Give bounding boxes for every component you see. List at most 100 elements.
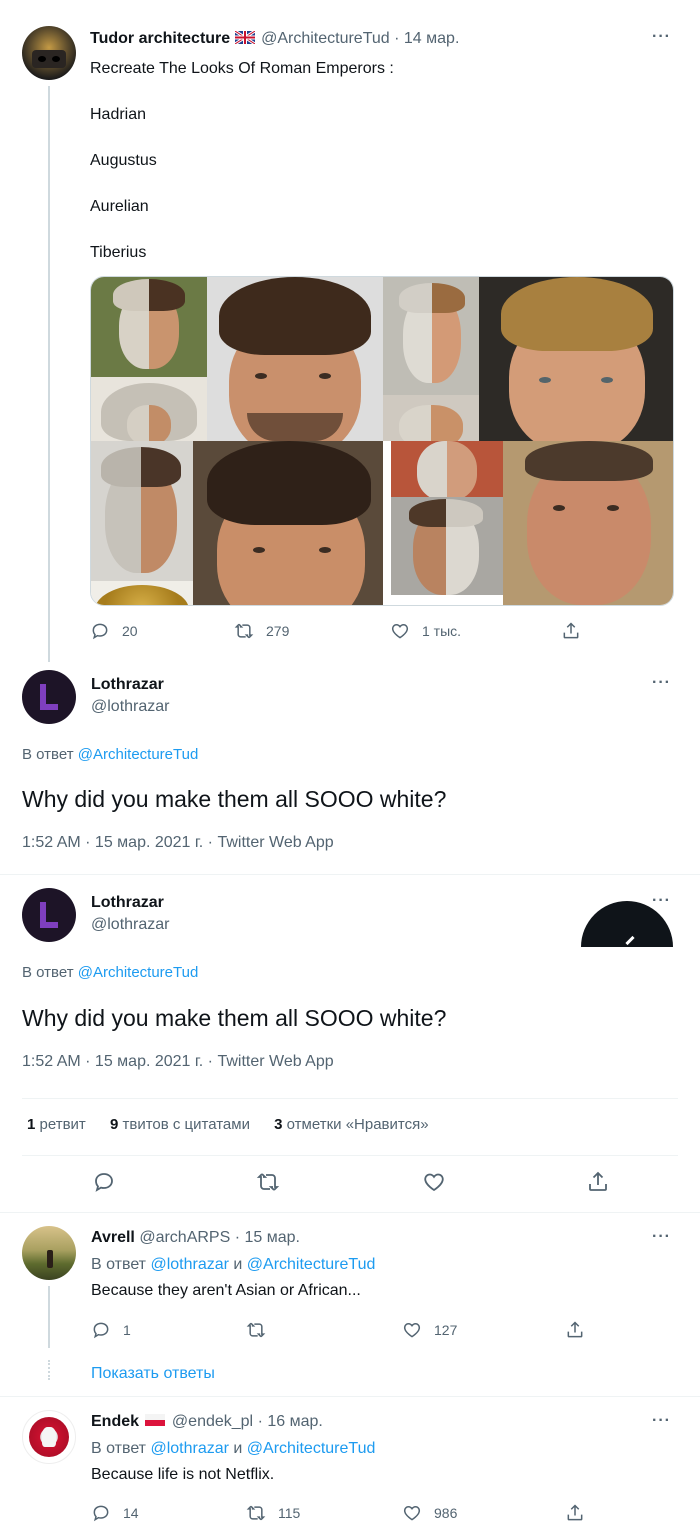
divider bbox=[22, 1155, 678, 1156]
avatar[interactable] bbox=[22, 1226, 76, 1280]
show-replies-link[interactable]: Показать ответы bbox=[91, 1365, 215, 1383]
augustus-statue-image-2[interactable] bbox=[383, 395, 479, 441]
reply-to-link[interactable]: @lothrazar bbox=[150, 1256, 229, 1273]
aurelian-statue-image[interactable] bbox=[91, 441, 193, 581]
author-name[interactable]: Endek bbox=[91, 1413, 139, 1430]
retweet-button[interactable] bbox=[256, 1170, 280, 1194]
avatar[interactable] bbox=[22, 888, 76, 942]
retweet-icon bbox=[256, 1170, 280, 1194]
likes-stat[interactable]: 3 отметки «Нравится» bbox=[274, 1116, 428, 1133]
tweet-meta[interactable]: 1:52 AM · 15 мар. 2021 г. · Twitter Web … bbox=[22, 1053, 334, 1071]
reply-count: 1 bbox=[123, 1322, 131, 1338]
author-handle[interactable]: @archARPS bbox=[139, 1229, 230, 1246]
retweet-icon bbox=[234, 621, 254, 641]
tweet-date[interactable]: · 14 мар. bbox=[394, 30, 459, 47]
retweet-button[interactable]: 115 bbox=[246, 1503, 300, 1523]
reply-prefix: В ответ bbox=[22, 964, 78, 981]
like-button[interactable]: 986 bbox=[402, 1503, 457, 1523]
share-button[interactable] bbox=[565, 1503, 585, 1523]
tweet-meta[interactable]: 1:52 AM · 15 мар. 2021 г. · Twitter Web … bbox=[22, 834, 334, 852]
hadrian-statue-image[interactable] bbox=[91, 277, 207, 377]
reply-conj: и bbox=[228, 1440, 247, 1457]
compose-button[interactable] bbox=[581, 901, 673, 947]
reply-to-link[interactable]: @ArchitectureTud bbox=[78, 746, 199, 763]
author-name[interactable]: Lothrazar bbox=[91, 676, 164, 694]
reply-conj: и bbox=[228, 1256, 247, 1273]
like-icon bbox=[422, 1170, 446, 1194]
poland-flag-icon bbox=[145, 1413, 166, 1426]
quotes-stat-label: твитов с цитатами bbox=[122, 1116, 250, 1133]
tiberius-statue-image[interactable] bbox=[391, 441, 503, 497]
reply-to-link[interactable]: @lothrazar bbox=[150, 1440, 229, 1457]
quotes-stat-count: 9 bbox=[109, 1116, 119, 1133]
share-button[interactable] bbox=[561, 621, 581, 641]
author-handle[interactable]: @ArchitectureTud bbox=[261, 30, 390, 47]
tiberius-portrait-image[interactable] bbox=[503, 441, 673, 605]
reply-to-link[interactable]: @ArchitectureTud bbox=[247, 1256, 376, 1273]
like-icon bbox=[402, 1320, 422, 1340]
avatar[interactable] bbox=[22, 26, 76, 80]
tweet-date[interactable]: · 16 мар. bbox=[258, 1413, 323, 1430]
share-button[interactable] bbox=[586, 1170, 610, 1194]
tweet-text-line: Recreate The Looks Of Roman Emperors : bbox=[90, 60, 394, 77]
share-icon bbox=[565, 1320, 585, 1340]
more-icon[interactable]: ··· bbox=[652, 28, 671, 46]
more-icon[interactable]: ··· bbox=[652, 1228, 671, 1246]
reply-icon bbox=[91, 1503, 111, 1523]
more-icon[interactable]: ··· bbox=[652, 674, 671, 692]
hadrian-statue-image-2[interactable] bbox=[91, 377, 207, 441]
share-icon bbox=[565, 1503, 585, 1523]
author-handle[interactable]: @lothrazar bbox=[91, 916, 170, 934]
reply-icon bbox=[92, 1170, 116, 1194]
share-button[interactable] bbox=[565, 1320, 585, 1340]
tweet-text: Because life is not Netflix. bbox=[91, 1466, 275, 1483]
aurelian-portrait-image[interactable] bbox=[193, 441, 383, 605]
thread-dots bbox=[48, 1360, 50, 1380]
likes-stat-label: отметки «Нравится» bbox=[286, 1116, 429, 1133]
avatar[interactable] bbox=[22, 670, 76, 724]
reply-button[interactable]: 20 bbox=[90, 621, 138, 641]
reply-icon bbox=[91, 1320, 111, 1340]
like-button[interactable]: 1 тыс. bbox=[390, 621, 461, 641]
like-count: 127 bbox=[434, 1322, 458, 1338]
tweet-text-line: Augustus bbox=[90, 152, 157, 169]
like-button[interactable] bbox=[422, 1170, 446, 1194]
divider bbox=[0, 874, 700, 875]
reply-button[interactable]: 1 bbox=[91, 1320, 131, 1340]
like-icon bbox=[402, 1503, 422, 1523]
uk-flag-icon bbox=[233, 29, 256, 46]
media-grid[interactable] bbox=[90, 276, 674, 606]
compose-icon bbox=[625, 935, 635, 946]
retweet-button[interactable] bbox=[246, 1320, 278, 1340]
divider bbox=[22, 1098, 678, 1099]
avatar[interactable] bbox=[22, 1410, 76, 1464]
reply-button[interactable]: 14 bbox=[91, 1503, 139, 1523]
divider bbox=[0, 1212, 700, 1213]
share-icon bbox=[561, 621, 581, 641]
retweets-stat-label: ретвит bbox=[39, 1116, 86, 1133]
hadrian-portrait-image[interactable] bbox=[207, 277, 383, 441]
author-handle[interactable]: @endek_pl bbox=[172, 1413, 253, 1430]
retweets-stat[interactable]: 1 ретвит bbox=[27, 1116, 90, 1133]
quotes-stat[interactable]: 9 твитов с цитатами bbox=[110, 1116, 254, 1133]
augustus-statue-image[interactable] bbox=[383, 277, 479, 395]
author-name[interactable]: Avrell bbox=[91, 1229, 135, 1246]
coin-image[interactable] bbox=[91, 581, 193, 605]
more-icon[interactable]: ··· bbox=[652, 1412, 671, 1430]
like-button[interactable]: 127 bbox=[402, 1320, 457, 1340]
augustus-portrait-image[interactable] bbox=[479, 277, 673, 441]
retweet-icon bbox=[246, 1320, 266, 1340]
reply-to-link[interactable]: @ArchitectureTud bbox=[247, 1440, 376, 1457]
retweets-stat-count: 1 bbox=[27, 1116, 36, 1133]
more-icon[interactable]: ··· bbox=[652, 892, 671, 910]
reply-to-link[interactable]: @ArchitectureTud bbox=[78, 964, 199, 981]
tweet-text: Recreate The Looks Of Roman Emperors : H… bbox=[90, 58, 394, 264]
tiberius-statue-image-2[interactable] bbox=[391, 497, 503, 595]
reply-button[interactable] bbox=[92, 1170, 116, 1194]
tweet-date[interactable]: · 15 мар. bbox=[235, 1229, 300, 1246]
retweet-button[interactable]: 279 bbox=[234, 621, 289, 641]
author-handle[interactable]: @lothrazar bbox=[91, 698, 170, 716]
author-name[interactable]: Tudor architecture bbox=[90, 30, 230, 47]
author-name[interactable]: Lothrazar bbox=[91, 894, 164, 912]
tweet-text: Why did you make them all SOOO white? bbox=[22, 786, 447, 812]
